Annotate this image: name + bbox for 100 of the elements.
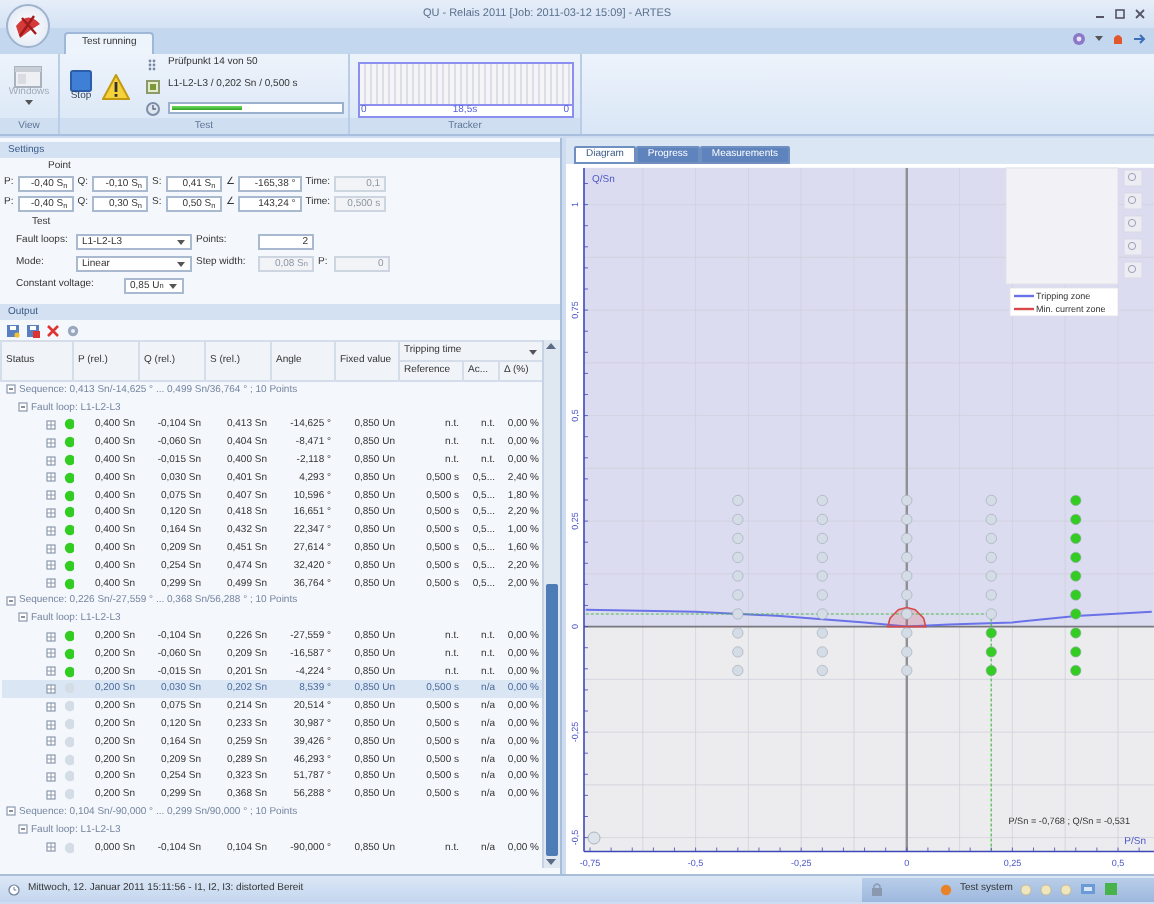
data-point (901, 627, 913, 639)
checkbox-icon (146, 79, 160, 93)
grid-icon (45, 754, 55, 765)
data-point (1070, 513, 1082, 525)
data-point (732, 627, 744, 639)
collapse-icon[interactable] (17, 612, 27, 623)
data-point (1070, 532, 1082, 544)
caret-icon (176, 259, 186, 267)
data-point (901, 646, 913, 658)
data-point (1070, 646, 1082, 658)
data-point (816, 646, 828, 658)
windows-icon (14, 65, 43, 88)
legend (1009, 287, 1119, 317)
grid-icon (45, 525, 55, 536)
data-point (1070, 494, 1082, 506)
dots-icon (146, 57, 160, 71)
grid-icon (45, 507, 55, 518)
data-point (985, 494, 997, 506)
clock-icon (146, 101, 160, 115)
data-point (816, 608, 828, 620)
network-icon[interactable] (1080, 882, 1097, 896)
save-icon[interactable] (6, 323, 20, 337)
data-point (732, 532, 744, 544)
clock-icon (8, 883, 20, 895)
magnifier-icon[interactable] (1123, 238, 1143, 256)
magnifier-icon[interactable] (1123, 261, 1143, 279)
data-point (985, 589, 997, 601)
grid-icon (45, 789, 55, 800)
caret-icon (23, 98, 34, 107)
toggle-button[interactable] (587, 831, 601, 845)
grid-icon (45, 842, 55, 853)
grid-icon (45, 736, 55, 747)
grid-icon (45, 455, 55, 466)
grid-icon (45, 437, 55, 448)
export-icon[interactable] (26, 323, 40, 337)
warning-icon (102, 73, 130, 99)
data-point (732, 646, 744, 658)
data-point (1070, 627, 1082, 639)
scrollbar[interactable] (542, 340, 560, 868)
data-point (732, 551, 744, 563)
scrollbar-thumb[interactable] (546, 584, 558, 856)
data-point (1070, 608, 1082, 620)
data-point (732, 494, 744, 506)
exit-icon[interactable] (1132, 32, 1146, 46)
collapse-icon[interactable] (17, 823, 27, 834)
data-point (1070, 665, 1082, 676)
pointer-icon[interactable] (1123, 169, 1143, 187)
data-point (901, 551, 913, 563)
data-point (985, 665, 997, 676)
data-point (985, 551, 997, 563)
data-point (985, 608, 997, 620)
data-point (816, 532, 828, 544)
data-point (1070, 551, 1082, 563)
status-icon (940, 883, 952, 895)
caret-icon (176, 237, 186, 245)
grid-icon (45, 771, 55, 782)
min-current-zone-area (886, 606, 927, 628)
data-point (901, 494, 913, 506)
data-point (732, 589, 744, 601)
data-point (816, 627, 828, 639)
data-point (985, 532, 997, 544)
grid-icon (45, 666, 55, 677)
data-point (816, 589, 828, 601)
close-icon[interactable] (1134, 8, 1146, 20)
grid-icon (45, 419, 55, 430)
caret-icon[interactable] (1094, 34, 1104, 44)
scroll-up-icon[interactable] (544, 340, 558, 352)
settings-icon[interactable] (66, 323, 80, 337)
data-point (901, 532, 913, 544)
data-point (816, 551, 828, 563)
collapse-icon[interactable] (5, 806, 15, 817)
grid-icon (45, 560, 55, 571)
grid-icon (45, 543, 55, 554)
options-icon[interactable] (1072, 32, 1086, 46)
grid-icon (45, 719, 55, 730)
data-point (1070, 570, 1082, 582)
data-point (985, 627, 997, 639)
lock-icon[interactable] (870, 882, 884, 896)
collapse-icon[interactable] (5, 384, 15, 395)
zoom-in-icon[interactable] (1123, 192, 1143, 210)
zoom-out-icon[interactable] (1123, 215, 1143, 233)
collapse-icon[interactable] (17, 401, 27, 412)
data-point (985, 646, 997, 658)
grid-icon (45, 648, 55, 659)
data-point (816, 494, 828, 506)
data-point (901, 589, 913, 601)
grid-icon (45, 490, 55, 501)
grid-icon (45, 472, 55, 483)
connection-icon[interactable] (1104, 882, 1119, 896)
collapse-icon[interactable] (5, 595, 15, 606)
grid-icon (45, 683, 55, 694)
delete-icon[interactable] (46, 323, 60, 337)
grid-icon (45, 701, 55, 712)
caret-icon (528, 347, 538, 355)
grid-icon (45, 631, 55, 642)
grid-icon (45, 578, 55, 589)
data-point (732, 608, 744, 620)
stop-icon (70, 69, 92, 92)
data-point (1070, 589, 1082, 601)
maximize-icon[interactable] (1114, 8, 1126, 20)
